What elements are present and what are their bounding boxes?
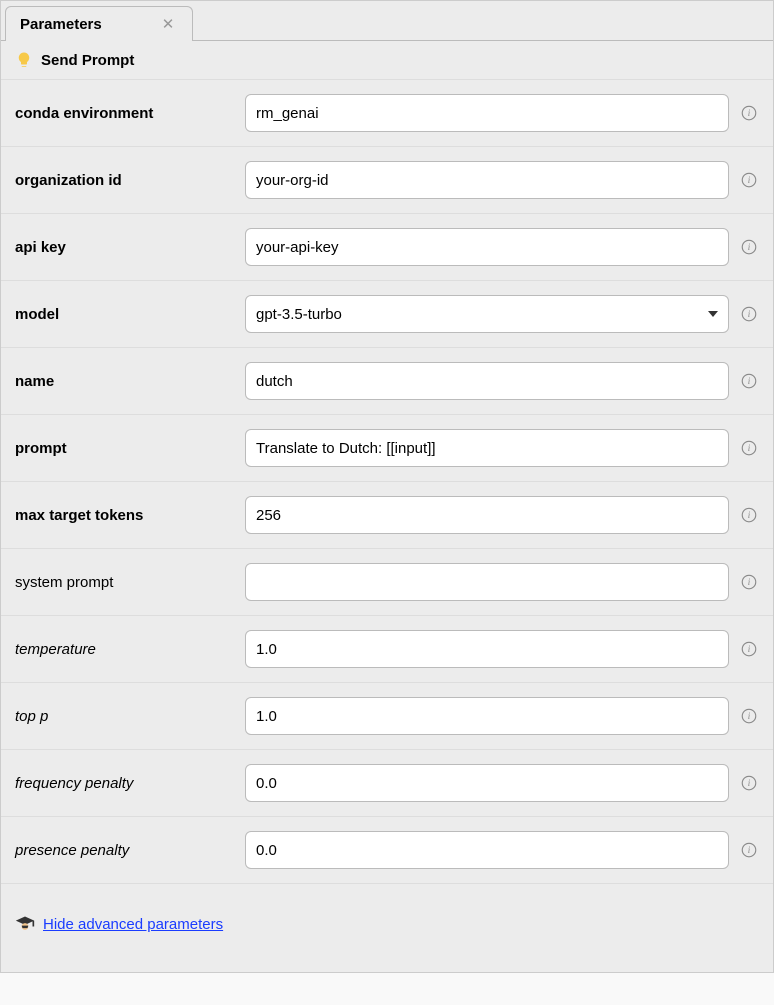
advanced-toggle-row: Hide advanced parameters: [1, 884, 773, 952]
operator-header: Send Prompt: [1, 41, 773, 80]
svg-text:i: i: [748, 242, 751, 252]
row-model: model gpt-3.5-turbo i: [1, 281, 773, 348]
svg-text:i: i: [748, 711, 751, 721]
label-presence-penalty: presence penalty: [15, 842, 235, 859]
label-prompt: prompt: [15, 440, 235, 457]
svg-text:i: i: [748, 577, 751, 587]
label-name: name: [15, 373, 235, 390]
row-prompt: prompt i: [1, 415, 773, 482]
chevron-down-icon: [708, 311, 718, 317]
lightbulb-icon: [15, 51, 33, 69]
info-icon[interactable]: i: [739, 639, 759, 659]
svg-text:i: i: [748, 845, 751, 855]
row-temperature: temperature i: [1, 616, 773, 683]
row-frequency-penalty: frequency penalty i: [1, 750, 773, 817]
parameters-panel: Parameters ✕ Send Prompt conda environme…: [0, 0, 774, 973]
row-system-prompt: system prompt i: [1, 549, 773, 616]
row-top-p: top p i: [1, 683, 773, 750]
info-icon[interactable]: i: [739, 371, 759, 391]
input-max-target-tokens[interactable]: [245, 496, 729, 534]
info-icon[interactable]: i: [739, 237, 759, 257]
info-icon[interactable]: i: [739, 572, 759, 592]
label-max-target-tokens: max target tokens: [15, 507, 235, 524]
label-frequency-penalty: frequency penalty: [15, 775, 235, 792]
label-model: model: [15, 306, 235, 323]
input-top-p[interactable]: [245, 697, 729, 735]
tab-label: Parameters: [20, 16, 102, 33]
label-temperature: temperature: [15, 641, 235, 658]
info-icon[interactable]: i: [739, 706, 759, 726]
svg-text:i: i: [748, 175, 751, 185]
row-presence-penalty: presence penalty i: [1, 817, 773, 884]
info-icon[interactable]: i: [739, 505, 759, 525]
select-model-value: gpt-3.5-turbo: [256, 306, 342, 323]
input-presence-penalty[interactable]: [245, 831, 729, 869]
form-area: conda environment i organization id i ap…: [1, 80, 773, 972]
info-icon[interactable]: i: [739, 840, 759, 860]
svg-text:i: i: [748, 376, 751, 386]
label-conda-environment: conda environment: [15, 105, 235, 122]
label-organization-id: organization id: [15, 172, 235, 189]
label-api-key: api key: [15, 239, 235, 256]
label-top-p: top p: [15, 708, 235, 725]
svg-text:i: i: [748, 510, 751, 520]
input-conda-environment[interactable]: [245, 94, 729, 132]
info-icon[interactable]: i: [739, 103, 759, 123]
row-name: name i: [1, 348, 773, 415]
input-name[interactable]: [245, 362, 729, 400]
input-api-key[interactable]: [245, 228, 729, 266]
operator-title: Send Prompt: [41, 52, 134, 69]
graduate-icon: [15, 914, 35, 934]
svg-text:i: i: [748, 778, 751, 788]
info-icon[interactable]: i: [739, 170, 759, 190]
tab-parameters[interactable]: Parameters ✕: [5, 6, 193, 41]
close-icon[interactable]: ✕: [162, 15, 175, 33]
input-frequency-penalty[interactable]: [245, 764, 729, 802]
tab-bar: Parameters ✕: [1, 1, 773, 41]
svg-text:i: i: [748, 108, 751, 118]
svg-text:i: i: [748, 309, 751, 319]
row-api-key: api key i: [1, 214, 773, 281]
input-organization-id[interactable]: [245, 161, 729, 199]
toggle-advanced-link[interactable]: Hide advanced parameters: [43, 916, 223, 933]
input-system-prompt[interactable]: [245, 563, 729, 601]
row-conda-environment: conda environment i: [1, 80, 773, 147]
info-icon[interactable]: i: [739, 773, 759, 793]
row-organization-id: organization id i: [1, 147, 773, 214]
row-max-target-tokens: max target tokens i: [1, 482, 773, 549]
svg-text:i: i: [748, 443, 751, 453]
input-prompt[interactable]: [245, 429, 729, 467]
select-model[interactable]: gpt-3.5-turbo: [245, 295, 729, 333]
info-icon[interactable]: i: [739, 304, 759, 324]
label-system-prompt: system prompt: [15, 574, 235, 591]
info-icon[interactable]: i: [739, 438, 759, 458]
svg-text:i: i: [748, 644, 751, 654]
input-temperature[interactable]: [245, 630, 729, 668]
